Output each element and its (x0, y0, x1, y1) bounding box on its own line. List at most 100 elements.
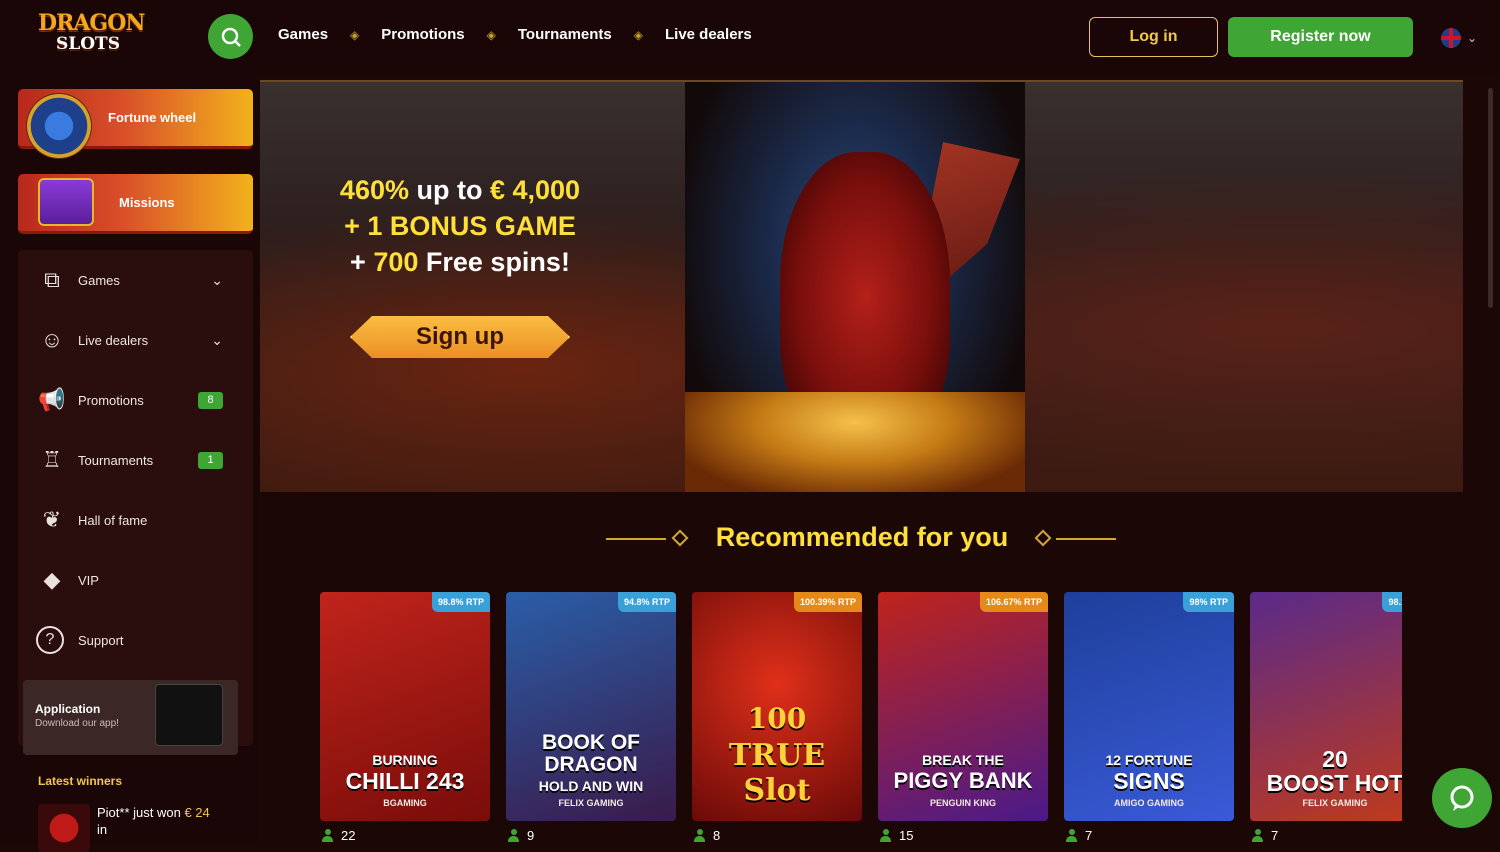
live-dealer-icon: ☺ (40, 327, 64, 352)
player-count-value: 22 (341, 828, 356, 843)
player-count-value: 7 (1271, 828, 1279, 843)
chevron-down-icon: ⌄ (1467, 31, 1478, 45)
winner-text: Piot** just won € 24 in (97, 804, 247, 838)
game-title-main: BOOST HOT (1266, 770, 1402, 796)
game-provider: FELIX GAMING (558, 798, 624, 808)
login-button[interactable]: Log in (1089, 17, 1218, 57)
game-provider: AMIGO GAMING (1114, 798, 1184, 808)
language-selector[interactable]: ⌄ (1441, 28, 1477, 48)
slot-thumbnail-image (38, 804, 90, 852)
signup-button[interactable]: Sign up (350, 302, 570, 372)
rtp-badge: 94.8% RTP (617, 592, 676, 612)
game-title-main: SIGNS (1113, 768, 1185, 794)
game-provider: FELIX GAMING (1302, 798, 1368, 808)
diamond-icon: ◆ (43, 567, 61, 592)
game-tile: 98.8% RTP BURNING CHILLI 243 BGAMING (320, 592, 490, 821)
sidebar-item-label: Tournaments (78, 452, 154, 468)
game-tile: 106.67% RTP BREAK THE PIGGY BANK PENGUIN… (878, 592, 1048, 821)
podium-icon: ♖ (42, 447, 62, 472)
fortune-wheel-label: Fortune wheel (108, 110, 197, 125)
game-tile: 100.39% RTP 100 TRUE Slot (692, 592, 862, 821)
sidebar-item-vip[interactable]: ◆ VIP (18, 550, 253, 610)
search-button[interactable] (208, 14, 253, 59)
game-title-main: PIGGY BANK (893, 768, 1033, 793)
hero-free-spins: Free spins! (418, 247, 570, 277)
game-tile: 98.1% 20 BOOST HOT FELIX GAMING (1250, 592, 1402, 821)
sidebar-item-hall-of-fame[interactable]: ❦ Hall of fame (18, 490, 253, 550)
game-title-top: BREAK THE (922, 752, 1004, 768)
winner-amount: € 24 (184, 805, 210, 820)
nav-diamond-icon: ◈ (486, 27, 496, 42)
sidebar-item-support[interactable]: ? Support (18, 610, 253, 670)
game-title-top: BURNING (372, 752, 438, 768)
sidebar-item-games[interactable]: ⧉ Games ⌄ (18, 250, 253, 310)
player-count-value: 8 (713, 828, 721, 843)
hero-plus: + (350, 247, 374, 277)
missions-label: Missions (119, 195, 175, 210)
player-icon (880, 829, 891, 842)
game-provider: BGAMING (383, 798, 427, 808)
fortune-wheel-button[interactable]: Fortune wheel (18, 89, 253, 159)
game-title-main: CHILLI 243 (345, 768, 465, 794)
sidebar-item-label: Games (78, 272, 120, 288)
page-scrollbar[interactable] (1488, 88, 1493, 308)
player-icon (1252, 829, 1263, 842)
live-chat-button[interactable] (1432, 768, 1492, 828)
player-count: 15 (880, 828, 913, 843)
tournaments-count-badge: 1 (198, 451, 223, 469)
fortune-wheel-icon (26, 93, 92, 159)
missions-button[interactable]: Missions (18, 174, 253, 234)
rtp-badge: 98.8% RTP (431, 592, 490, 612)
sidebar-item-label: Support (78, 632, 124, 648)
chevron-down-icon: ⌄ (211, 331, 223, 348)
nav-tournaments[interactable]: Tournaments (518, 26, 612, 43)
hero-banner[interactable]: 460% up to € 4,000 + 1 BONUS GAME + 700 … (260, 80, 1463, 492)
sidebar: Fortune wheel Missions ⧉ Games ⌄ ☺ Live … (0, 76, 258, 852)
nav-diamond-icon: ◈ (350, 27, 360, 42)
nav-games[interactable]: Games (278, 26, 328, 43)
sidebar-item-promotions[interactable]: 📢 Promotions 8 (18, 370, 253, 430)
app-title: Application (35, 702, 101, 716)
top-bar: DRAGON SLOTS Games ◈ Promotions ◈ Tourna… (0, 0, 1500, 76)
game-title-main: HOLD AND WIN (538, 778, 644, 794)
laurel-icon: ❦ (42, 507, 62, 532)
gold-pile-image (685, 392, 1025, 492)
sidebar-item-live-dealers[interactable]: ☺ Live dealers ⌄ (18, 310, 253, 370)
help-icon: ? (36, 626, 64, 654)
register-button[interactable]: Register now (1228, 17, 1413, 57)
rtp-badge: 98% RTP (1183, 592, 1234, 612)
uk-flag-icon (1441, 28, 1461, 48)
hero-amount: € 4,000 (489, 175, 581, 205)
sidebar-item-tournaments[interactable]: ♖ Tournaments 1 (18, 430, 253, 490)
app-subtitle: Download our app! (35, 718, 119, 729)
games-icon: ⧉ (44, 267, 60, 292)
chevron-down-icon: ⌄ (211, 271, 223, 288)
sidebar-item-label: VIP (78, 572, 99, 588)
nav-live-dealers[interactable]: Live dealers (665, 26, 752, 43)
player-count: 7 (1066, 828, 1092, 843)
rtp-badge: 100.39% RTP (793, 592, 862, 612)
latest-winners-title: Latest winners (38, 774, 123, 788)
logo[interactable]: DRAGON SLOTS (38, 10, 148, 56)
player-count: 8 (694, 828, 720, 843)
hero-percent: 460% (339, 175, 409, 205)
player-count-value: 15 (899, 828, 914, 843)
player-icon (322, 829, 333, 842)
hero-up-to: up to (408, 175, 490, 205)
nav-promotions[interactable]: Promotions (381, 26, 464, 43)
promotions-count-badge: 8 (198, 391, 223, 409)
logo-text-top: DRAGON (38, 10, 145, 36)
game-tile: 94.8% RTP BOOK OF DRAGON HOLD AND WIN FE… (506, 592, 676, 821)
player-count: 7 (1252, 828, 1278, 843)
hero-spins-count: 700 (373, 247, 419, 277)
recommended-games-row: 98.8% RTP BURNING CHILLI 243 BGAMING 22 … (320, 592, 1402, 844)
nav-diamond-icon: ◈ (633, 27, 643, 42)
rtp-badge: 98.1% (1382, 592, 1402, 612)
logo-text-bottom: SLOTS (56, 34, 120, 54)
phone-screenshot-image (155, 684, 223, 746)
player-count-value: 9 (527, 828, 535, 843)
title-decoration-line (1056, 538, 1116, 540)
hero-headline: 460% up to € 4,000 + 1 BONUS GAME + 700 … (260, 172, 660, 280)
game-title-main: TRUE Slot (728, 738, 826, 808)
app-download-card[interactable]: Application Download our app! (23, 680, 238, 755)
